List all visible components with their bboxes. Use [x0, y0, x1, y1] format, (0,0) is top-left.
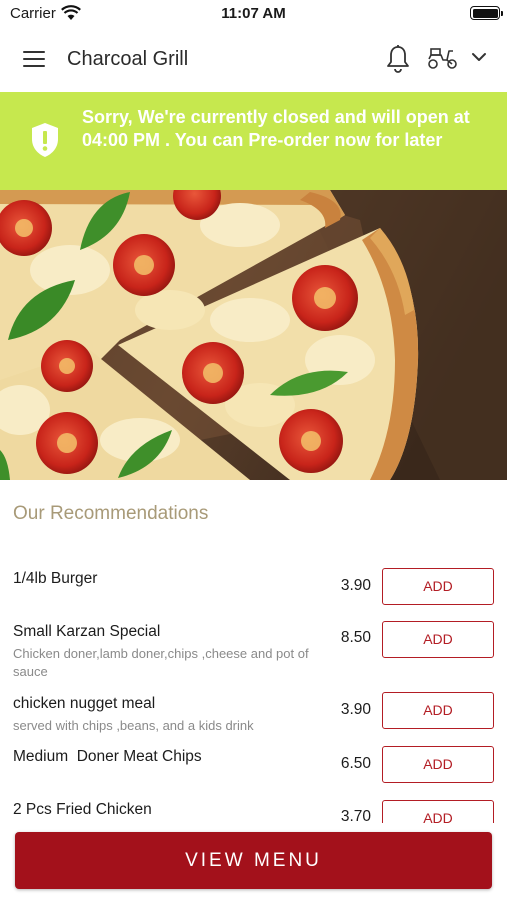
chevron-down-icon[interactable]: [471, 52, 487, 62]
hamburger-menu-icon[interactable]: [23, 51, 45, 67]
status-bar: Carrier 11:07 AM: [0, 0, 507, 28]
item-description: served with chips ,beans, and a kids dri…: [13, 718, 254, 733]
add-button[interactable]: ADD: [382, 746, 494, 783]
restaurant-title: Charcoal Grill: [67, 48, 189, 70]
item-name: Small Karzan Special: [13, 623, 161, 640]
view-menu-button[interactable]: VIEW MENU: [15, 832, 492, 889]
recommendations-list: 1/4lb Burger 3.90 ADD Small Karzan Speci…: [0, 560, 507, 823]
item-description: Chicken doner,lamb doner,chips ,cheese a…: [13, 646, 309, 679]
hero-pizza-image: [0, 190, 507, 480]
add-button[interactable]: ADD: [382, 692, 494, 729]
app-header: Charcoal Grill: [0, 28, 507, 92]
item-name: Medium Doner Meat Chips: [13, 748, 202, 765]
item-price: 3.90: [340, 577, 371, 594]
add-button[interactable]: ADD: [382, 568, 494, 605]
closed-message: Sorry, We're currently closed and will o…: [82, 107, 470, 150]
add-button[interactable]: ADD: [382, 621, 494, 658]
battery-icon: [470, 6, 503, 20]
item-price: 6.50: [340, 755, 371, 772]
status-time: 11:07 AM: [221, 5, 286, 22]
item-price: 3.90: [340, 701, 371, 718]
item-price: 8.50: [340, 629, 371, 646]
recommendations-title: Our Recommendations: [13, 503, 209, 524]
item-name: 1/4lb Burger: [13, 570, 98, 587]
bell-icon[interactable]: [385, 44, 411, 74]
scooter-delivery-icon[interactable]: [427, 46, 459, 70]
item-name: 2 Pcs Fried Chicken: [13, 801, 152, 818]
item-name: chicken nugget meal: [13, 695, 156, 712]
shield-alert-icon: [32, 123, 58, 157]
item-price: 3.70: [340, 808, 371, 823]
add-button[interactable]: ADD: [382, 800, 494, 823]
closed-banner: Sorry, We're currently closed and will o…: [0, 92, 507, 190]
